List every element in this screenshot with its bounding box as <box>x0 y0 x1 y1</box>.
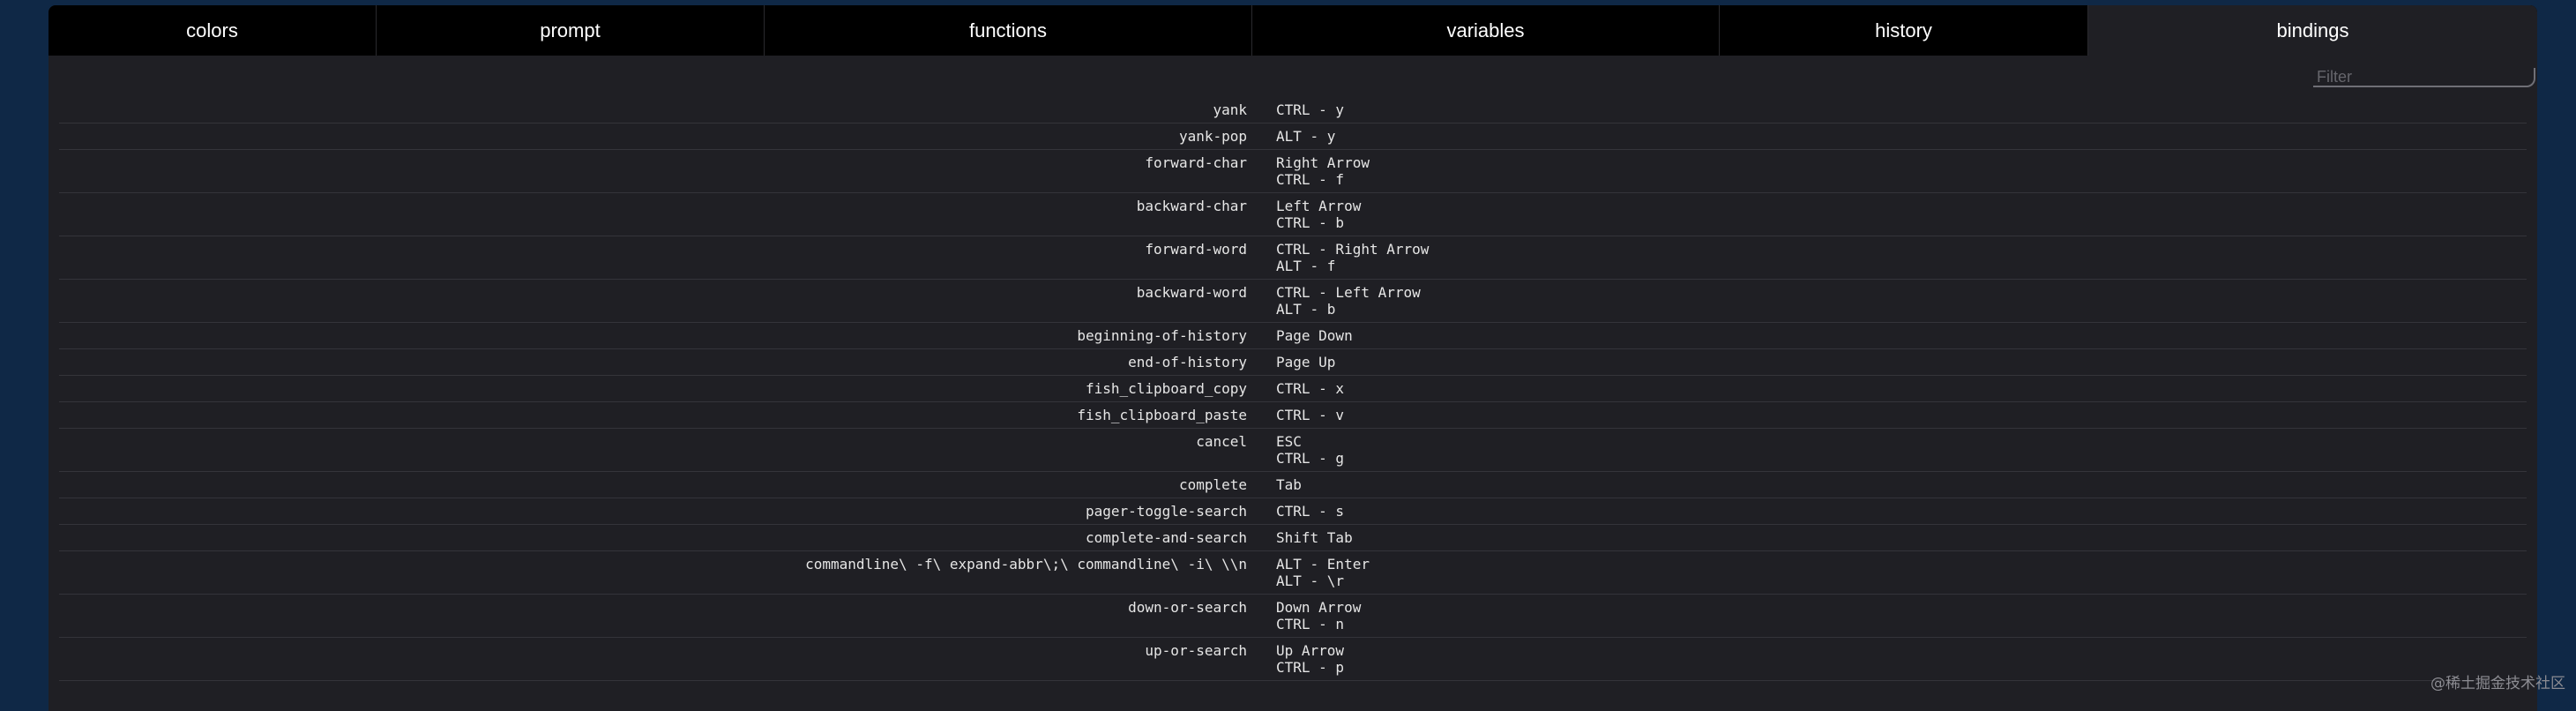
binding-command: forward-word <box>1145 241 1247 258</box>
binding-key: Up Arrow <box>1276 642 1345 659</box>
binding-key: Down Arrow <box>1276 599 1362 616</box>
binding-key: CTRL - Right Arrow <box>1276 241 1430 258</box>
binding-keys: CTRL - Right Arrow ALT - f <box>1276 241 2527 274</box>
tab-functions[interactable]: functions <box>765 5 1252 56</box>
binding-row: fish_clipboard_copy CTRL - x <box>59 376 2527 402</box>
binding-key: Page Down <box>1276 327 1353 344</box>
binding-keys: CTRL - s <box>1276 503 2527 520</box>
binding-command: fish_clipboard_copy <box>1085 380 1247 397</box>
binding-row: yank-pop ALT - y <box>59 123 2527 150</box>
binding-keys: ALT - y <box>1276 128 2527 145</box>
binding-keys: CTRL - v <box>1276 407 2527 423</box>
tab-history[interactable]: history <box>1720 5 2088 56</box>
binding-keys: Up Arrow CTRL - p <box>1276 642 2527 676</box>
tab-variables[interactable]: variables <box>1252 5 1720 56</box>
filter-input[interactable] <box>2313 68 2535 87</box>
binding-row: fish_clipboard_paste CTRL - v <box>59 402 2527 429</box>
binding-keys: ALT - Enter ALT - \r <box>1276 556 2527 589</box>
binding-command: up-or-search <box>1145 642 1247 659</box>
binding-key: Shift Tab <box>1276 529 1353 546</box>
binding-command: cancel <box>1196 433 1247 450</box>
binding-keys: CTRL - x <box>1276 380 2527 397</box>
binding-keys: Tab <box>1276 476 2527 493</box>
binding-command: complete <box>1178 476 1247 493</box>
binding-keys: Down Arrow CTRL - n <box>1276 599 2527 632</box>
binding-key: Tab <box>1276 476 1302 493</box>
binding-row: yank CTRL - y <box>59 97 2527 123</box>
binding-key: CTRL - g <box>1276 450 1345 467</box>
binding-row: forward-char Right Arrow CTRL - f <box>59 150 2527 193</box>
binding-key: ALT - f <box>1276 258 1336 274</box>
binding-keys: CTRL - y <box>1276 101 2527 118</box>
binding-key: Left Arrow <box>1276 198 1362 214</box>
tab-colors[interactable]: colors <box>49 5 377 56</box>
binding-row: down-or-search Down Arrow CTRL - n <box>59 595 2527 638</box>
binding-row: end-of-history Page Up <box>59 349 2527 376</box>
binding-key: CTRL - b <box>1276 214 1345 231</box>
binding-row: backward-char Left Arrow CTRL - b <box>59 193 2527 236</box>
binding-key: CTRL - Left Arrow <box>1276 284 1421 301</box>
binding-key: ESC <box>1276 433 1302 450</box>
binding-command: beginning-of-history <box>1077 327 1247 344</box>
binding-key: CTRL - f <box>1276 171 1345 188</box>
binding-command: down-or-search <box>1128 599 1247 616</box>
binding-row: complete-and-search Shift Tab <box>59 525 2527 551</box>
binding-keys: ESC CTRL - g <box>1276 433 2527 467</box>
binding-key: ALT - Enter <box>1276 556 1370 573</box>
binding-row: complete Tab <box>59 472 2527 498</box>
binding-key: CTRL - y <box>1276 101 1345 118</box>
binding-keys: Left Arrow CTRL - b <box>1276 198 2527 231</box>
watermark: @稀土掘金技术社区 <box>2430 675 2565 692</box>
binding-command: complete-and-search <box>1085 529 1247 546</box>
binding-key: Right Arrow <box>1276 154 1370 171</box>
binding-row: backward-word CTRL - Left Arrow ALT - b <box>59 280 2527 323</box>
binding-row: pager-toggle-search CTRL - s <box>59 498 2527 525</box>
binding-key: Page Up <box>1276 354 1336 370</box>
binding-row: cancel ESC CTRL - g <box>59 429 2527 472</box>
binding-key: ALT - \r <box>1276 573 1345 589</box>
binding-key: ALT - b <box>1276 301 1336 318</box>
binding-command: backward-char <box>1136 198 1247 214</box>
binding-key: CTRL - v <box>1276 407 1345 423</box>
binding-command: forward-char <box>1145 154 1247 171</box>
binding-keys: Page Down <box>1276 327 2527 344</box>
binding-row: beginning-of-history Page Down <box>59 323 2527 349</box>
tab-bar: colors prompt functions variables histor… <box>49 5 2537 56</box>
binding-key: CTRL - p <box>1276 659 1345 676</box>
binding-command: pager-toggle-search <box>1085 503 1247 520</box>
binding-row: up-or-search Up Arrow CTRL - p <box>59 638 2527 681</box>
filter-row <box>49 56 2537 91</box>
binding-keys: Page Up <box>1276 354 2527 370</box>
binding-row: forward-word CTRL - Right Arrow ALT - f <box>59 236 2527 280</box>
binding-command: end-of-history <box>1128 354 1247 370</box>
binding-command: backward-word <box>1136 284 1247 301</box>
bindings-table: yank CTRL - y yank-pop ALT - y forward-char R… <box>59 97 2527 681</box>
binding-key: ALT - y <box>1276 128 1336 145</box>
binding-command: yank <box>1213 101 1247 118</box>
tab-prompt[interactable]: prompt <box>377 5 765 56</box>
binding-row: commandline\ -f\ expand-abbr\;\ commandl… <box>59 551 2527 595</box>
tab-bindings[interactable]: bindings <box>2088 5 2537 56</box>
binding-command: yank-pop <box>1178 128 1247 145</box>
binding-key: CTRL - x <box>1276 380 1345 397</box>
binding-keys: Right Arrow CTRL - f <box>1276 154 2527 188</box>
binding-keys: CTRL - Left Arrow ALT - b <box>1276 284 2527 318</box>
binding-key: CTRL - n <box>1276 616 1345 632</box>
binding-command: fish_clipboard_paste <box>1077 407 1247 423</box>
app-window: colors prompt functions variables histor… <box>49 5 2537 711</box>
binding-command: commandline\ -f\ expand-abbr\;\ commandl… <box>805 556 1247 573</box>
binding-key: CTRL - s <box>1276 503 1345 520</box>
binding-keys: Shift Tab <box>1276 529 2527 546</box>
